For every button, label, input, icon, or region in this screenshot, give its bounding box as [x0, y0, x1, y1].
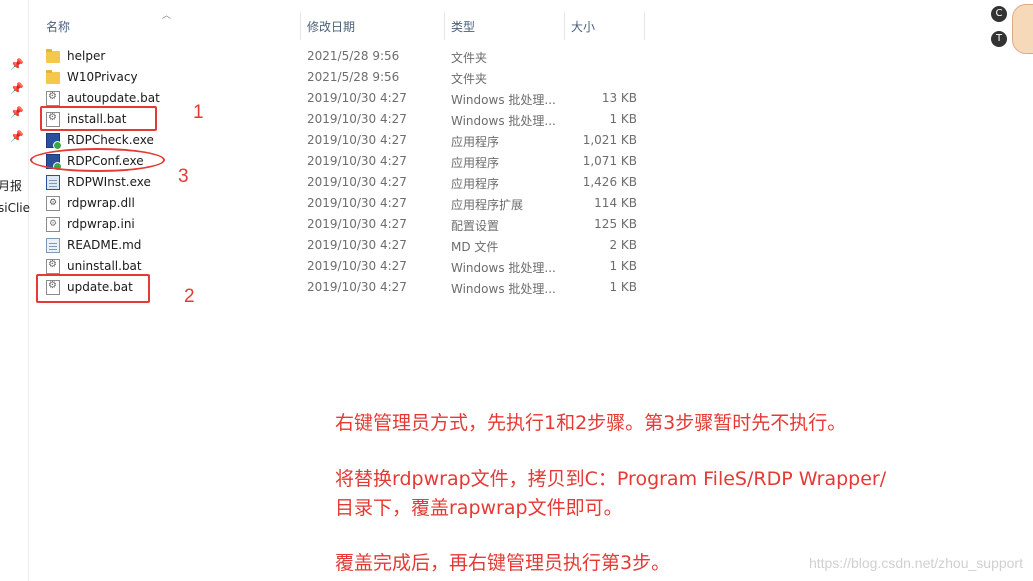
file-name: RDPWInst.exe: [67, 175, 151, 189]
file-size: 1 KB: [609, 259, 637, 273]
file-date: 2019/10/30 4:27: [307, 280, 407, 294]
batch-file-icon: [46, 91, 60, 106]
watermark: https://blog.csdn.net/zhou_support: [808, 555, 1023, 571]
column-header-type[interactable]: 类型: [451, 18, 475, 35]
column-divider[interactable]: [644, 12, 645, 40]
file-name: uninstall.bat: [67, 259, 142, 273]
nav-item-clipped[interactable]: 月报: [0, 177, 22, 194]
file-date: 2021/5/28 9:56: [307, 70, 400, 84]
file-row[interactable]: W10Privacy 2021/5/28 9:56 文件夹: [40, 67, 640, 88]
file-size: 114 KB: [594, 196, 637, 210]
file-name: rdpwrap.dll: [67, 196, 135, 210]
file-name: W10Privacy: [67, 70, 138, 84]
mascot-image: [1012, 4, 1033, 54]
file-date: 2019/10/30 4:27: [307, 154, 407, 168]
file-size: 1 KB: [609, 112, 637, 126]
file-name: RDPCheck.exe: [67, 133, 154, 147]
file-type: 应用程序: [451, 135, 500, 149]
nav-item-clipped[interactable]: siClie: [0, 201, 30, 215]
dll-file-icon: [46, 196, 60, 211]
shirt-icon: T: [991, 31, 1007, 47]
file-name: autoupdate.bat: [67, 91, 160, 105]
file-size: 125 KB: [594, 217, 637, 231]
file-row[interactable]: rdpwrap.dll 2019/10/30 4:27 应用程序扩展 114 K…: [40, 193, 640, 214]
file-date: 2019/10/30 4:27: [307, 175, 407, 189]
column-header-size[interactable]: 大小: [571, 18, 595, 35]
file-name: rdpwrap.ini: [67, 217, 135, 231]
file-name: helper: [67, 49, 106, 63]
sort-ascending-icon: ︿: [162, 11, 172, 21]
markdown-file-icon: [46, 238, 60, 253]
highlight-box-update: [36, 274, 150, 303]
step-number-1: 1: [193, 102, 204, 123]
pin-icon: 📌: [10, 106, 24, 119]
file-type: 应用程序: [451, 177, 500, 191]
step-number-2: 2: [184, 286, 195, 307]
file-date: 2019/10/30 4:27: [307, 259, 407, 273]
folder-icon: [46, 49, 60, 63]
pin-icon: 📌: [10, 58, 24, 71]
file-type: 文件夹: [451, 51, 488, 65]
navigation-pane: 📌 📌 📌 📌 月报 siClie: [0, 0, 30, 581]
column-divider[interactable]: [300, 12, 301, 40]
file-row[interactable]: RDPWInst.exe 2019/10/30 4:27 应用程序 1,426 …: [40, 172, 640, 193]
column-divider[interactable]: [444, 12, 445, 40]
file-type: 应用程序扩展: [451, 198, 524, 212]
copyright-icon: C: [991, 6, 1007, 22]
instruction-note: 覆盖完成后，再右键管理员执行第3步。: [335, 552, 671, 574]
file-date: 2019/10/30 4:27: [307, 217, 407, 231]
instruction-note: 将替换rdpwrap文件，拷贝到C：Program FileS/RDP Wrap…: [335, 468, 887, 490]
folder-icon: [46, 70, 60, 84]
column-header-name[interactable]: 名称: [46, 18, 70, 35]
file-size: 13 KB: [601, 91, 637, 105]
file-size: 1 KB: [609, 280, 637, 294]
instruction-note: 右键管理员方式，先执行1和2步骤。第3步骤暂时先不执行。: [335, 412, 847, 434]
file-type: 文件夹: [451, 72, 488, 86]
config-file-icon: [46, 217, 60, 232]
highlight-box-install: [40, 106, 157, 131]
column-header-date[interactable]: 修改日期: [307, 18, 355, 35]
file-date: 2019/10/30 4:27: [307, 196, 407, 210]
application-icon: [46, 133, 62, 150]
file-size: 1,021 KB: [582, 133, 637, 147]
file-type: 配置设置: [451, 219, 500, 233]
installer-icon: [46, 175, 60, 190]
file-date: 2019/10/30 4:27: [307, 91, 407, 105]
file-row[interactable]: rdpwrap.ini 2019/10/30 4:27 配置设置 125 KB: [40, 214, 640, 235]
file-size: 1,071 KB: [582, 154, 637, 168]
file-size: 1,426 KB: [582, 175, 637, 189]
file-type: MD 文件: [451, 240, 499, 254]
file-type: 应用程序: [451, 156, 500, 170]
step-number-3: 3: [178, 166, 189, 187]
file-name: README.md: [67, 238, 142, 252]
highlight-ellipse-rdpconf: [30, 148, 165, 172]
file-date: 2021/5/28 9:56: [307, 49, 400, 63]
file-row[interactable]: helper 2021/5/28 9:56 文件夹: [40, 46, 640, 67]
file-row[interactable]: README.md 2019/10/30 4:27 MD 文件 2 KB: [40, 235, 640, 256]
batch-file-icon: [46, 259, 60, 274]
file-row[interactable]: RDPCheck.exe 2019/10/30 4:27 应用程序 1,021 …: [40, 130, 640, 151]
instruction-note: 目录下，覆盖rapwrap文件即可。: [335, 497, 623, 519]
file-date: 2019/10/30 4:27: [307, 238, 407, 252]
file-date: 2019/10/30 4:27: [307, 112, 407, 126]
file-size: 2 KB: [609, 238, 637, 252]
column-divider[interactable]: [564, 12, 565, 40]
file-date: 2019/10/30 4:27: [307, 133, 407, 147]
pin-icon: 📌: [10, 130, 24, 143]
pin-icon: 📌: [10, 82, 24, 95]
